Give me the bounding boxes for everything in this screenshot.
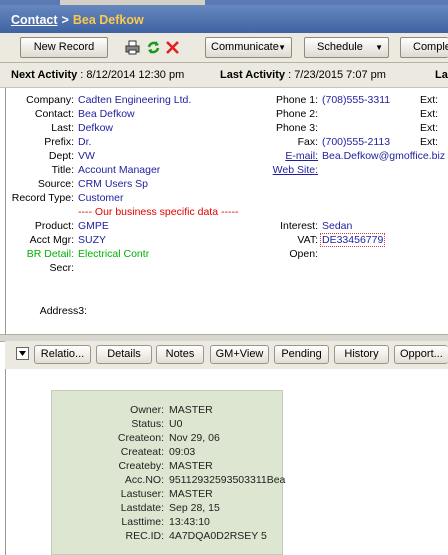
last-activity-value: : 7/23/2015 7:07 pm — [288, 69, 386, 81]
vat-value[interactable]: DE33456779 — [320, 233, 386, 247]
rec-id-label: REC.ID: — [125, 530, 164, 542]
tab-notes[interactable]: Notes — [156, 345, 204, 364]
activity-bar: Next Activity : 8/12/2014 12:30 pm Last … — [0, 63, 448, 88]
prefix-label: Prefix: — [44, 136, 74, 148]
company-label: Company: — [26, 94, 74, 106]
phone1-label: Phone 1: — [275, 94, 318, 106]
br-detail-label: BR Detail: — [26, 248, 74, 260]
phone1-value[interactable]: (708)555-3311 — [322, 94, 390, 106]
title-value[interactable]: Account Manager — [78, 164, 160, 176]
last-activity-truncated-label: La — [435, 69, 448, 81]
last-value[interactable]: Defkow — [78, 122, 113, 134]
fax-ext-label: Ext: — [420, 136, 439, 148]
website-link[interactable]: Web Site: — [240, 164, 318, 176]
tab-opportunities[interactable]: Opport... — [394, 345, 448, 364]
record-type-label: Record Type: — [11, 192, 74, 204]
createon-label: Createon: — [117, 432, 164, 444]
window-tabs-strip — [0, 0, 448, 5]
company-value[interactable]: Cadten Engineering Ltd. — [78, 94, 191, 106]
breadcrumb-record-name: Bea Defkow — [72, 13, 144, 27]
phone2-label: Phone 2: — [275, 108, 318, 120]
schedule-label: Schedule — [317, 41, 363, 53]
source-label: Source: — [37, 178, 74, 190]
communicate-button[interactable]: Communicate ▼ — [205, 37, 292, 58]
email-value[interactable]: Bea.Defkow@gmoffice.biz — [322, 150, 445, 162]
lasttime-label: Lasttime: — [121, 516, 164, 528]
business-data-separator: ---- Our business specific data ----- — [78, 206, 239, 218]
open-label: Open: — [289, 248, 318, 260]
acc-no-value: 95112932593503311Bea — [169, 474, 286, 486]
tab-gm-view[interactable]: GM+View — [210, 345, 269, 364]
owner-value: MASTER — [169, 404, 213, 416]
last-activity-truncated: La — [435, 69, 448, 81]
delete-icon[interactable] — [165, 40, 180, 55]
lasttime-value: 13:43:10 — [169, 516, 210, 528]
tab-details[interactable]: Details — [96, 345, 152, 364]
phone1-ext-label: Ext: — [420, 94, 439, 106]
tab-history[interactable]: History — [334, 345, 389, 364]
createon-value: Nov 29, 06 — [169, 432, 220, 444]
dept-value[interactable]: VW — [78, 150, 95, 162]
br-detail-value[interactable]: Electrical Contr — [78, 248, 149, 260]
product-value[interactable]: GMPE — [78, 220, 109, 232]
acc-no-label: Acc.NO: — [124, 474, 164, 486]
address3-label: Address3: — [39, 305, 87, 317]
product-label: Product: — [34, 220, 74, 232]
lastuser-value: MASTER — [169, 488, 213, 500]
last-label: Last: — [51, 122, 74, 134]
acct-mgr-label: Acct Mgr: — [29, 234, 74, 246]
communicate-label: Communicate — [211, 41, 279, 53]
lastdate-label: Lastdate: — [120, 502, 164, 514]
createby-label: Createby: — [118, 460, 164, 472]
next-activity-label: Next Activity — [11, 69, 78, 81]
phone3-label: Phone 3: — [275, 122, 318, 134]
dropdown-arrow-icon: ▼ — [278, 43, 286, 52]
contact-value[interactable]: Bea Defkow — [78, 108, 135, 120]
createat-label: Createat: — [120, 446, 164, 458]
createat-value: 09:03 — [169, 446, 196, 458]
owner-label: Owner: — [130, 404, 164, 416]
secr-label: Secr: — [49, 262, 74, 274]
fax-value[interactable]: (700)555-2113 — [322, 136, 390, 148]
printer-icon[interactable] — [125, 40, 140, 55]
interest-value[interactable]: Sedan — [322, 220, 352, 232]
acct-mgr-value[interactable]: SUZY — [78, 234, 106, 246]
next-activity-value: : 8/12/2014 12:30 pm — [80, 69, 185, 81]
contact-label: Contact: — [34, 108, 74, 120]
email-link[interactable]: E-mail: — [240, 150, 318, 162]
rec-id-value: 4A7DQA0D2RSEY 5 — [169, 530, 267, 542]
source-value[interactable]: CRM Users Sp — [78, 178, 148, 190]
vat-label: VAT: — [297, 234, 318, 246]
record-info-card: Owner: MASTER Status: U0 Createon: Nov 2… — [51, 390, 286, 555]
createby-value: MASTER — [169, 460, 213, 472]
collapse-icon[interactable] — [16, 347, 29, 360]
lastdate-value: Sep 28, 15 — [169, 502, 220, 514]
dropdown-arrow-icon: ▼ — [375, 43, 383, 52]
fax-label: Fax: — [297, 136, 318, 148]
tab-pending[interactable]: Pending — [274, 345, 329, 364]
breadcrumb-separator: > — [61, 13, 69, 27]
breadcrumb-contact-link[interactable]: Contact — [11, 13, 58, 27]
last-activity: Last Activity : 7/23/2015 7:07 pm — [220, 69, 386, 81]
refresh-icon[interactable] — [146, 40, 161, 55]
prefix-value[interactable]: Dr. — [78, 136, 91, 148]
dept-label: Dept: — [48, 150, 74, 162]
title-label: Title: — [51, 164, 74, 176]
phone2-ext-label: Ext: — [420, 108, 439, 120]
new-record-button[interactable]: New Record — [20, 37, 108, 58]
last-activity-label: Last Activity — [220, 69, 286, 81]
status-label: Status: — [131, 418, 164, 430]
record-type-value[interactable]: Customer — [78, 192, 124, 204]
complete-button[interactable]: Complet — [400, 37, 448, 58]
breadcrumb: Contact > Bea Defkow — [11, 13, 144, 27]
status-value: U0 — [169, 418, 183, 430]
schedule-button[interactable]: Schedule ▼ — [304, 37, 389, 58]
next-activity: Next Activity : 8/12/2014 12:30 pm — [11, 69, 184, 81]
tab-relationships[interactable]: Relatio... — [34, 345, 91, 364]
phone3-ext-label: Ext: — [420, 122, 439, 134]
lastuser-label: Lastuser: — [120, 488, 164, 500]
interest-label: Interest: — [280, 220, 318, 232]
